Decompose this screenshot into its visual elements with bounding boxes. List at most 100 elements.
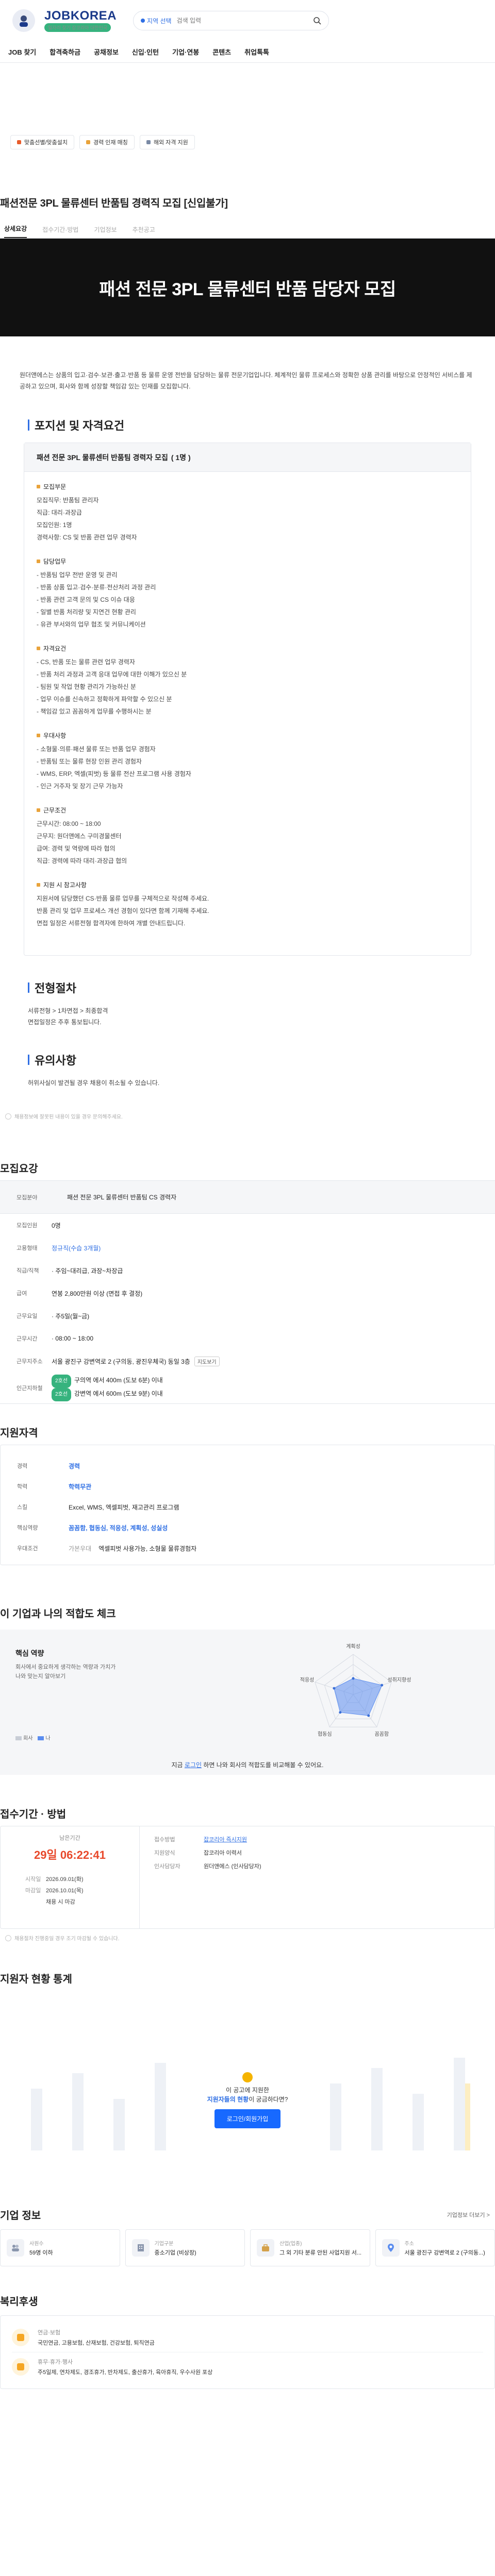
position-group: 모집부문 모집직무: 반품팀 관리자 직급: 대리·과장급 모집인원: 1명 경력사항:… [37, 482, 458, 544]
summary-value: 패션 전문 3PL 물류센터 반품팀 CS 경력자 [67, 1194, 177, 1201]
position-count: ( 1명 ) [171, 453, 191, 462]
group-title-text: 자격요건 [43, 645, 67, 652]
company-card-text: 산업(업종) 그 외 기타 분류 안된 사업지원 서... [279, 2239, 361, 2257]
end-label: 마감일 [25, 1888, 41, 1894]
job-banner: 패션 전문 3PL 물류센터 반품 담당자 모집 [0, 239, 495, 336]
login-signup-button[interactable]: 로그인/회원가입 [214, 2109, 281, 2128]
welfare-text: 연금·보험 국민연금, 고용보험, 산재보험, 건강보험, 퇴직연금 [38, 2328, 155, 2347]
fit-login-link[interactable]: 로그인 [185, 1761, 202, 1769]
summary-key: 급여 [16, 1291, 27, 1297]
summary-row: 근무시간 · 08:00 ~ 18:00 [0, 1327, 495, 1350]
legend-swatch [15, 1736, 22, 1741]
fit-desc: 회사에서 중요하게 생각하는 역량과 가치가 나와 맞는지 알아보기 [15, 1663, 116, 1681]
chip-overseas[interactable]: 해외 자격 지원 [139, 135, 195, 149]
qualification-value-text: 학력무관 [69, 1483, 92, 1490]
welfare-icon [12, 2358, 29, 2376]
tab-apply-period[interactable]: 접수기간·방법 [42, 225, 78, 238]
company-card-text: 기업구분중소기업 (비상장) [155, 2239, 196, 2257]
summary-row: 급여 연봉 2,800만원 이상 (면접 후 결정) [0, 1282, 495, 1304]
heading-bar [28, 419, 29, 431]
company-more-link[interactable]: 기업정보 더보기 > [447, 2211, 490, 2219]
qualification-key: 스킬 [17, 1504, 28, 1511]
search-bar[interactable]: 지역 선택 [133, 11, 329, 30]
nav-reward[interactable]: 합격축하금 [50, 47, 80, 57]
company-card: 주소서울 광진구 강변역로 2 (구의동...) [375, 2229, 495, 2266]
group-title: 근무조건 [37, 806, 458, 815]
logo[interactable]: JOBKOREA 일자리 찾기 잡코리아 대한민국 [44, 9, 117, 32]
fit-desc-line: 회사에서 중요하게 생각하는 역량과 가치가 [15, 1664, 116, 1670]
process-steps: 서류전형 > 1차면접 > 최종합격 [28, 1007, 108, 1014]
map-button[interactable]: 지도보기 [194, 1356, 220, 1366]
fit-cta-post: 하면 나와 회사의 적합도를 비교해볼 수 있어요. [203, 1761, 324, 1769]
tab-company-info[interactable]: 기업정보 [94, 225, 117, 238]
position-group: 우대사항 - 소형물·의류·패션 물류 또는 반품 업무 경험자 - 반품팀 또는 … [37, 731, 458, 792]
logo-mascot-icon[interactable] [12, 9, 35, 32]
tab-detail[interactable]: 상세요강 [4, 224, 27, 238]
subway-line-badge: 2호선 [52, 1375, 71, 1388]
summary-value: 연봉 2,800만원 이상 (면접 후 결정) [52, 1289, 495, 1298]
promo-chips: 맞춤선별/맞춤설치 경력 인재 매칭 해외 자격 지원 [0, 135, 495, 149]
briefcase-icon [257, 2239, 274, 2257]
search-input[interactable] [176, 17, 308, 24]
brand-tagline: 일자리 찾기 잡코리아 대한민국 [44, 23, 111, 32]
group-line: 모집직무: 반품팀 관리자 [37, 497, 99, 504]
chip-icon [86, 140, 91, 144]
qualification-value-text: 경력 [69, 1462, 80, 1470]
group-title: 담당업무 [37, 557, 458, 566]
company-card-value: 중소기업 (비상장) [154, 2250, 196, 2256]
nav-public-recruit[interactable]: 공채정보 [94, 47, 119, 57]
fit-info: 핵심 역량 회사에서 중요하게 생각하는 역량과 가치가 나와 맞는지 알아보기 [15, 1648, 116, 1681]
nav-company-salary[interactable]: 기업·연봉 [172, 47, 199, 57]
summary-row: 고용형태 정규직(수습 3개월) [0, 1236, 495, 1259]
summary-value: 0명 [52, 1221, 495, 1230]
position-box-title: 패션 전문 3PL 물류센터 반품팀 경력자 모집 [37, 453, 168, 462]
chip-custom[interactable]: 맞춤선별/맞춤설치 [10, 135, 75, 149]
caution-body: 허위사실이 발견될 경우 채용이 취소될 수 있습니다. [0, 1077, 495, 1089]
chip-matching[interactable]: 경력 인재 매칭 [79, 135, 135, 149]
brand-name[interactable]: JOBKOREA [44, 9, 117, 22]
group-line: - CS, 반품 또는 물류 관련 업무 경력자 [37, 658, 135, 666]
position-box: 패션 전문 3PL 물류센터 반품팀 경력자 모집 ( 1명 ) 모집부문 모집직… [24, 443, 471, 956]
qualification-value-text: 꼼꼼함, 협동심, 적응성, 계획성, 성실성 [69, 1524, 168, 1532]
company-card-label: 주소 [404, 2241, 414, 2247]
position-groups: 모집부문 모집직무: 반품팀 관리자 직급: 대리·과장급 모집인원: 1명 경력사항:… [24, 472, 471, 955]
apply-method-link[interactable]: 잡코리아 즉시지원 [204, 1835, 247, 1845]
apply-value: 원더앤에스 (인사담당자) [204, 1863, 261, 1870]
nav-contents[interactable]: 콘텐츠 [212, 47, 231, 57]
radar-axis-label: 계획성 [346, 1643, 360, 1650]
legend-me: 나 [38, 1734, 51, 1741]
chip-icon [17, 140, 21, 144]
apply-method: 접수방법 잡코리아 즉시지원 지원양식 잡코리아 이력서 인사담당자 원더앤에스 (인사담… [140, 1826, 494, 1928]
welfare-heading: 복리후생 [0, 2296, 38, 2308]
summary-row: 직급/직책 · 주임~대리급, 과장~차장급 [0, 1259, 495, 1282]
position-group: 자격요건 - CS, 반품 또는 물류 관련 업무 경력자 - 반품 처리 과정과 … [37, 644, 458, 718]
qualification-value-text: 엑셀피벗 사용가능, 소형물 물류경험자 [98, 1545, 197, 1552]
welfare-text: 휴무·휴가·행사 주5일제, 연차제도, 경조휴가, 반차제도, 출산휴가, 육아… [38, 2358, 212, 2376]
group-title-text: 담당업무 [43, 558, 67, 565]
group-title: 지원 시 참고사항 [37, 880, 458, 889]
group-line: - 반품 관련 고객 문의 및 CS 이슈 대응 [37, 596, 135, 603]
summary-head-row: 모집분야 패션 전문 3PL 물류센터 반품팀 CS 경력자 [0, 1181, 495, 1214]
group-line: - 업무 이슈를 신속하고 정확하게 파악할 수 있으신 분 [37, 696, 172, 703]
search-icon[interactable] [313, 16, 321, 25]
tab-recommended[interactable]: 추천공고 [133, 225, 155, 238]
group-line: 반품 관리 및 업무 프로세스 개선 경험이 있다면 함께 기재해 주세요. [37, 907, 209, 914]
company-card-label: 기업구분 [154, 2241, 174, 2247]
company-card-value: 서울 광진구 강변역로 2 (구의동...) [404, 2250, 485, 2256]
group-line: 지원서에 담당했던 CS·반품 물류 업무를 구체적으로 작성해 주세요. [37, 895, 209, 902]
building-icon [131, 2239, 150, 2257]
nav-talk[interactable]: 취업톡톡 [244, 47, 269, 57]
caution-text: 허위사실이 발견될 경우 채용이 취소될 수 있습니다. [28, 1079, 160, 1087]
summary-value: · 주5일(월~금) [52, 1312, 495, 1320]
qualification-value: 학력무관 [69, 1482, 91, 1491]
apply-row: 접수방법 잡코리아 즉시지원 [154, 1835, 480, 1845]
qualification-sub: 가본우대 [69, 1545, 92, 1552]
group-line: - 소형물·의류·패션 물류 또는 반품 업무 경험자 [37, 745, 156, 753]
caution-title: 유의사항 [35, 1054, 76, 1067]
nav-job-search[interactable]: JOB 찾기 [8, 47, 36, 57]
info-icon [5, 1935, 11, 1941]
region-select[interactable]: 지역 선택 [141, 16, 172, 25]
nav-entry-intern[interactable]: 신입·인턴 [132, 47, 159, 57]
company-cards: 사원수 59명 이하 기업구분 중소기업 (비상장) 산업(업종) 그 외 기타 분류 안… [0, 2229, 495, 2266]
radar-axis-label: 적응성 [300, 1677, 315, 1683]
